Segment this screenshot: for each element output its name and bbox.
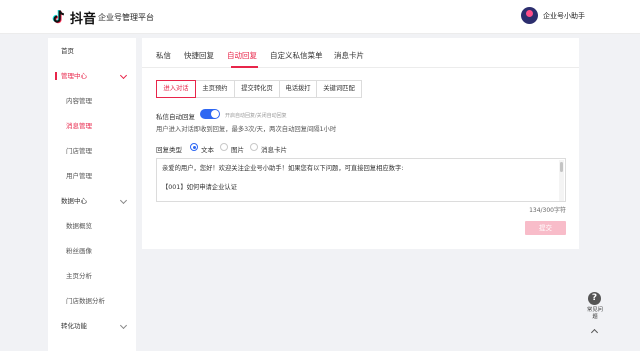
subtab-homepage-booking[interactable]: 主页预约 [195, 80, 235, 98]
platform-name: 企业号管理平台 [98, 13, 154, 22]
question-icon[interactable]: ? [588, 292, 601, 305]
subtab-conversion-page[interactable]: 提交转化页 [234, 80, 280, 98]
sidebar-item-content[interactable]: 内容管理 [48, 93, 136, 109]
reply-text-line: 【001】如何申请企业认证 [162, 184, 237, 191]
subtab-enter-dialog[interactable]: 进入对话 [156, 80, 196, 98]
top-header: 抖音 企业号管理平台 企业号小助手 [0, 0, 640, 34]
sidebar-item-stores[interactable]: 门店管理 [48, 143, 136, 159]
radio-image-label[interactable]: 图片 [231, 144, 244, 154]
back-to-top-icon[interactable] [590, 328, 599, 337]
reply-rule-note: 用户进入对话即收到回复，最多3次/天，两次自动回复间隔1小时 [156, 126, 337, 133]
tab-quick-reply[interactable]: 快捷回复 [184, 50, 214, 61]
sidebar-item-label: 主页分析 [66, 272, 92, 280]
sidebar-item-label: 门店管理 [66, 147, 92, 155]
radio-message-card[interactable] [250, 143, 258, 151]
sidebar-item-label: 首页 [61, 47, 74, 55]
subtab-keyword-match[interactable]: 关键词匹配 [316, 80, 362, 98]
sidebar-item-label: 消息管理 [66, 122, 92, 130]
auto-reply-toggle[interactable] [200, 109, 220, 119]
radio-text-label[interactable]: 文本 [201, 144, 214, 154]
reply-text-line: 亲爱的用户，您好！欢迎关注企业号小助手！如果您有以下问题，可直接回复相应数字: [162, 165, 404, 172]
tab-private-message[interactable]: 私信 [156, 50, 171, 61]
sidebar-item-homepage-analysis[interactable]: 主页分析 [48, 268, 136, 284]
sidebar-item-label: 内容管理 [66, 97, 92, 105]
subtab-phone-call[interactable]: 电话拨打 [279, 80, 317, 98]
brand-name[interactable]: 抖音 [70, 8, 96, 27]
help-widget[interactable]: ? 常见问题 [585, 290, 605, 338]
auto-reply-panel: 私信 快捷回复 自动回复 自定义私信菜单 消息卡片 进入对话 主页预约 提交转化… [142, 38, 579, 249]
sidebar-group-data[interactable]: 数据中心 [48, 193, 136, 209]
sidebar-item-data-overview[interactable]: 数据概览 [48, 218, 136, 234]
sidebar-item-label: 数据中心 [61, 197, 87, 205]
sidebar-item-fan-profile[interactable]: 粉丝画像 [48, 243, 136, 259]
radio-text[interactable] [190, 143, 198, 151]
sidebar-item-messages[interactable]: 消息管理 [48, 118, 136, 134]
radio-image[interactable] [220, 143, 228, 151]
auto-reply-toggle-label: 私信自动回复 [156, 113, 195, 121]
tab-auto-reply[interactable]: 自动回复 [227, 50, 257, 61]
sidebar-item-home[interactable]: 首页 [48, 43, 136, 59]
sidebar-item-label: 管理中心 [61, 72, 87, 80]
sidebar-group-conversion[interactable]: 转化功能 [48, 318, 136, 334]
chevron-down-icon [119, 71, 128, 80]
radio-message-card-label[interactable]: 消息卡片 [261, 144, 287, 154]
toggle-hint: 开启自动回复/关闭自动回复 [225, 113, 287, 119]
textarea-scrollbar[interactable] [559, 160, 564, 201]
sidebar-item-label: 粉丝画像 [66, 247, 92, 255]
sidebar-item-users[interactable]: 用户管理 [48, 168, 136, 184]
tab-custom-menu[interactable]: 自定义私信菜单 [270, 50, 323, 61]
sidebar-item-label: 用户管理 [66, 172, 92, 180]
chevron-down-icon [119, 321, 128, 330]
sidebar-nav: 首页 管理中心 内容管理 消息管理 门店管理 用户管理 数据中心 数据概览 粉丝… [48, 38, 136, 351]
submit-button[interactable]: 提交 [525, 221, 566, 235]
account-name[interactable]: 企业号小助手 [543, 11, 585, 21]
sidebar-group-management[interactable]: 管理中心 [48, 68, 136, 84]
sidebar-item-store-data[interactable]: 门店数据分析 [48, 293, 136, 309]
sidebar-item-label: 数据概览 [66, 222, 92, 230]
tab-message-card[interactable]: 消息卡片 [334, 50, 364, 61]
active-indicator [55, 72, 57, 80]
message-tabs: 私信 快捷回复 自动回复 自定义私信菜单 消息卡片 [142, 38, 579, 68]
reply-type-label: 回复类型 [156, 146, 182, 154]
active-tab-indicator [231, 66, 258, 68]
sidebar-item-label: 转化功能 [61, 322, 87, 330]
account-avatar[interactable] [521, 7, 538, 24]
douyin-logo-icon[interactable] [52, 8, 69, 25]
char-counter: 134/300字符 [529, 207, 566, 214]
scrollbar-thumb[interactable] [560, 162, 563, 172]
faq-label[interactable]: 常见问题 [585, 307, 605, 321]
sidebar-item-label: 门店数据分析 [66, 297, 105, 305]
chevron-down-icon [119, 196, 128, 205]
reply-content-textarea[interactable]: 亲爱的用户，您好！欢迎关注企业号小助手！如果您有以下问题，可直接回复相应数字: … [156, 158, 566, 202]
